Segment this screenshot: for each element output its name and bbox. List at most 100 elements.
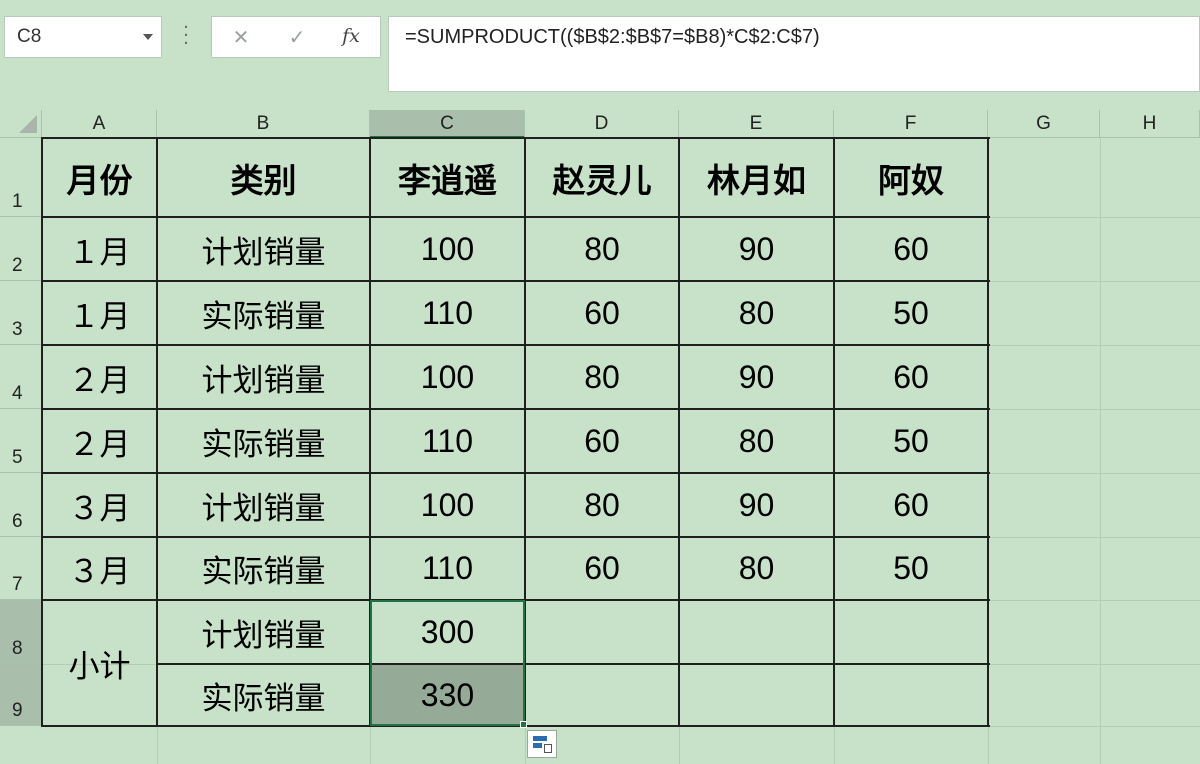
subtotal-label-cell[interactable]: 小计 xyxy=(42,600,157,726)
data-cell[interactable]: 80 xyxy=(679,409,834,473)
column-header-a[interactable]: A xyxy=(42,110,157,138)
border-line xyxy=(369,137,371,727)
header-cell[interactable]: 类别 xyxy=(157,138,370,217)
border-line xyxy=(678,137,680,727)
row-header-6[interactable]: 6 xyxy=(0,473,42,537)
data-cell[interactable]: １月 xyxy=(42,281,157,345)
row-header-1[interactable]: 1 xyxy=(0,138,42,217)
border-line xyxy=(42,344,990,346)
column-header-e[interactable]: E xyxy=(679,110,834,138)
data-cell[interactable]: 110 xyxy=(370,537,525,600)
data-cell[interactable]: １月 xyxy=(42,217,157,281)
border-line xyxy=(524,137,526,727)
name-box-value: C8 xyxy=(17,26,42,47)
row-header-3[interactable]: 3 xyxy=(0,281,42,345)
data-cell[interactable]: 110 xyxy=(370,281,525,345)
border-line xyxy=(42,408,990,410)
header-cell[interactable]: 月份 xyxy=(42,138,157,217)
data-cell[interactable]: 80 xyxy=(679,537,834,600)
row-number: 5 xyxy=(12,447,23,468)
empty-cell[interactable] xyxy=(525,664,679,726)
data-cell[interactable]: 80 xyxy=(525,217,679,281)
quick-analysis-button[interactable] xyxy=(527,730,557,758)
header-cell[interactable]: 林月如 xyxy=(679,138,834,217)
data-cell[interactable]: 实际销量 xyxy=(157,281,370,345)
border-line xyxy=(42,599,990,601)
data-cell[interactable]: 50 xyxy=(834,281,988,345)
data-cell[interactable]: 100 xyxy=(370,345,525,409)
border-line xyxy=(41,137,43,727)
cancel-icon[interactable]: ✕ xyxy=(226,25,256,49)
data-cell[interactable]: ３月 xyxy=(42,473,157,537)
column-header-f[interactable]: F xyxy=(834,110,988,138)
data-cell[interactable]: 90 xyxy=(679,217,834,281)
data-cell[interactable]: 80 xyxy=(679,281,834,345)
row-number: 9 xyxy=(12,700,23,721)
row-number: 4 xyxy=(12,383,23,404)
data-cell[interactable]: 90 xyxy=(679,473,834,537)
data-cell[interactable]: 实际销量 xyxy=(157,409,370,473)
data-cell[interactable]: 100 xyxy=(370,473,525,537)
more-options-icon[interactable]: · · · xyxy=(181,19,191,53)
border-line xyxy=(833,137,835,727)
column-header-g[interactable]: G xyxy=(988,110,1100,138)
row-header-8[interactable]: 8 xyxy=(0,600,42,664)
data-cell[interactable]: 100 xyxy=(370,217,525,281)
header-cell[interactable]: 赵灵儿 xyxy=(525,138,679,217)
column-header-h[interactable]: H xyxy=(1100,110,1200,138)
row-header-9[interactable]: 9 xyxy=(0,664,42,726)
empty-cell[interactable] xyxy=(679,600,834,664)
data-cell[interactable]: ２月 xyxy=(42,409,157,473)
name-box[interactable]: C8 xyxy=(4,16,162,58)
row-number: 6 xyxy=(12,511,23,532)
column-header-b[interactable]: B xyxy=(157,110,370,138)
row-number: 1 xyxy=(12,191,23,212)
fill-handle[interactable] xyxy=(520,721,527,728)
formula-buttons: ✕ ✓ fx xyxy=(211,16,381,58)
formula-bar-area: C8 · · · ✕ ✓ fx =SUMPRODUCT(($B$2:$B$7=$B8… xyxy=(0,0,1200,110)
formula-input[interactable]: =SUMPRODUCT(($B$2:$B$7=$B8)*C$2:C$7) xyxy=(388,16,1200,92)
data-cell[interactable]: 60 xyxy=(525,537,679,600)
subtotal-category-cell[interactable]: 实际销量 xyxy=(157,664,370,726)
subtotal-category-cell[interactable]: 计划销量 xyxy=(157,600,370,664)
border-line xyxy=(42,536,990,538)
data-cell[interactable]: 50 xyxy=(834,537,988,600)
empty-cell[interactable] xyxy=(525,600,679,664)
empty-cell[interactable] xyxy=(834,664,988,726)
data-cell[interactable]: 90 xyxy=(679,345,834,409)
data-cell[interactable]: 实际销量 xyxy=(157,537,370,600)
empty-cell[interactable] xyxy=(834,600,988,664)
column-header-d[interactable]: D xyxy=(525,110,679,138)
data-cell[interactable]: 80 xyxy=(525,473,679,537)
data-cell[interactable]: 计划销量 xyxy=(157,473,370,537)
select-all-button[interactable] xyxy=(0,110,42,138)
row-header-7[interactable]: 7 xyxy=(0,537,42,600)
data-cell[interactable]: 50 xyxy=(834,409,988,473)
data-cell[interactable]: 60 xyxy=(834,217,988,281)
data-cell[interactable]: 60 xyxy=(525,409,679,473)
border-line xyxy=(42,280,990,282)
data-cell[interactable]: ３月 xyxy=(42,537,157,600)
chevron-down-icon[interactable] xyxy=(143,34,153,40)
data-cell[interactable]: 计划销量 xyxy=(157,217,370,281)
empty-cell[interactable] xyxy=(679,664,834,726)
column-header-c[interactable]: C xyxy=(370,110,525,138)
gridline xyxy=(1100,138,1101,764)
row-header-4[interactable]: 4 xyxy=(0,345,42,409)
subtotal-value-cell[interactable]: 330 xyxy=(370,664,525,726)
data-cell[interactable]: 110 xyxy=(370,409,525,473)
data-cell[interactable]: 60 xyxy=(525,281,679,345)
data-cell[interactable]: 60 xyxy=(834,345,988,409)
data-cell[interactable]: ２月 xyxy=(42,345,157,409)
data-cell[interactable]: 60 xyxy=(834,473,988,537)
border-line xyxy=(42,137,990,139)
header-cell[interactable]: 李逍遥 xyxy=(370,138,525,217)
data-cell[interactable]: 计划销量 xyxy=(157,345,370,409)
row-header-2[interactable]: 2 xyxy=(0,217,42,281)
insert-function-icon[interactable]: fx xyxy=(336,25,366,49)
header-cell[interactable]: 阿奴 xyxy=(834,138,988,217)
data-cell[interactable]: 80 xyxy=(525,345,679,409)
subtotal-value-cell[interactable]: 300 xyxy=(370,600,525,664)
checkmark-icon[interactable]: ✓ xyxy=(282,25,312,49)
row-header-5[interactable]: 5 xyxy=(0,409,42,473)
